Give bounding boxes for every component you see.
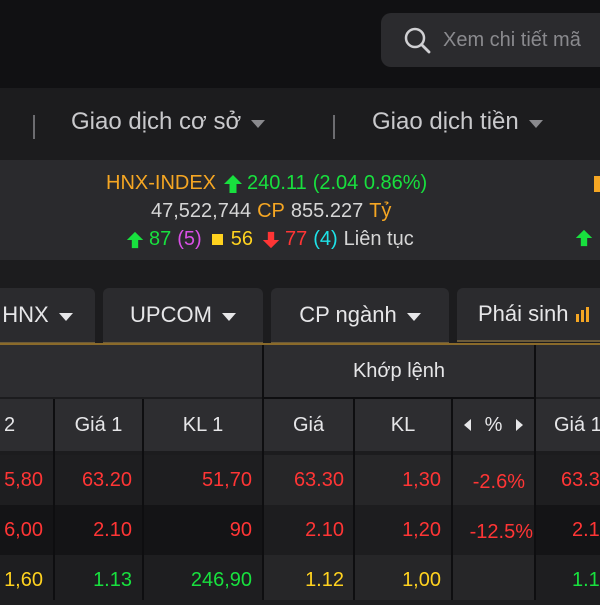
tab-label: HNX (2, 302, 49, 327)
down-count: 77 (284, 228, 308, 250)
session-status: Liên tục (343, 228, 414, 250)
column-divider (53, 399, 55, 600)
value-unit: Tỷ (369, 200, 392, 222)
tab-upcom[interactable]: UPCOM (103, 288, 263, 344)
table-cell: 5,80 (4, 468, 43, 491)
table-cell: 63.20 (81, 468, 132, 491)
menu-item-label: Giao dịch cơ sở (71, 108, 242, 135)
header-group-khop-lenh: Khớp lệnh (264, 345, 534, 397)
tab-phai-sinh[interactable]: Phái sinh (457, 288, 600, 342)
chevron-down-icon (251, 120, 266, 128)
chevron-down-icon (221, 313, 236, 321)
tab-label: Phái sinh (478, 301, 569, 326)
col-header-label: Giá 1 (554, 413, 600, 436)
arrow-up-icon (126, 231, 144, 248)
square-icon (211, 234, 223, 245)
table-cell: 2.10 (305, 518, 344, 541)
col-header-label: Giá (292, 413, 325, 436)
column-divider (142, 399, 144, 600)
value-traded: 855.227 (290, 200, 364, 222)
col-header-label: KL (390, 413, 416, 436)
col-header-label: KL 1 (182, 413, 224, 436)
chevron-down-icon (528, 120, 543, 128)
tab-hnx[interactable]: HNX (0, 288, 95, 344)
search-icon (404, 27, 431, 54)
column-divider (353, 399, 355, 600)
column-divider (534, 345, 536, 600)
table-cell: 51,70 (201, 468, 252, 491)
cp-label: CP (257, 200, 285, 222)
arrow-up-icon (575, 229, 593, 247)
menu-item-label: Giao dịch tiền (372, 108, 519, 135)
table-cell: 1,30 (402, 468, 441, 491)
table-cell: 246,90 (190, 568, 252, 591)
col-header: Giá (264, 399, 353, 451)
chevron-right-icon[interactable] (516, 419, 524, 431)
menu-divider (333, 115, 335, 139)
table-cell: 1,60 (4, 568, 43, 591)
unchanged-count: 56 (230, 228, 253, 250)
arrow-up-icon (224, 174, 243, 193)
group-label: Khớp lệnh (352, 359, 446, 382)
up-count: 87 (149, 228, 172, 250)
table-cell: 1.12 (305, 568, 344, 591)
col-header: Giá 1 (536, 399, 600, 451)
table-cell: 1,00 (402, 568, 441, 591)
index-volume: 47,522,744 (151, 200, 252, 222)
table-cell: -12.5% (469, 520, 533, 543)
index-name: HNX-INDEX (106, 172, 217, 194)
next-index-fragment (594, 176, 600, 192)
index-line-3: 87 (5) 56 77 (4) Liên tục (125, 228, 414, 251)
chevron-down-icon (58, 313, 73, 321)
table-cell: 2.1 (572, 518, 600, 541)
bar-chart-icon (575, 307, 589, 322)
table-cell: 63.3 (561, 468, 600, 491)
table-cell: 1,20 (402, 518, 441, 541)
header-group-left (0, 345, 262, 397)
table-cell: 63.30 (293, 468, 344, 491)
index-line-1[interactable]: HNX-INDEX 240.11 (2.04 0.86%) (106, 172, 427, 195)
col-header: 2 (0, 399, 53, 451)
chevron-left-icon[interactable] (463, 419, 471, 431)
col-header-label: 2 (4, 413, 16, 436)
arrow-down-icon (262, 231, 280, 248)
col-header-percent[interactable]: % (453, 399, 534, 451)
menu-divider (33, 115, 35, 139)
column-divider (451, 399, 453, 600)
tab-cp-nganh[interactable]: CP ngành (271, 288, 449, 344)
ceiling-count: (5) (177, 228, 202, 250)
index-change: (2.04 0.86%) (312, 172, 428, 194)
menu-item-tien[interactable]: Giao dịch tiền (372, 108, 543, 136)
menu-item-co-so[interactable]: Giao dịch cơ sở (71, 108, 266, 136)
col-header: Giá 1 (55, 399, 142, 451)
col-header: KL 1 (144, 399, 262, 451)
tab-label: UPCOM (130, 302, 212, 327)
table-cell: 90 (229, 518, 252, 541)
col-header: KL (355, 399, 451, 451)
index-line-2: 47,522,744 CP 855.227 Tỷ (151, 200, 391, 223)
index-value: 240.11 (247, 172, 307, 194)
table-cell: 2.10 (93, 518, 132, 541)
tab-label: CP ngành (299, 302, 397, 327)
table-cell: 1.1 (572, 568, 600, 591)
col-header-label: % (484, 413, 503, 436)
table-cell: 6,00 (4, 518, 43, 541)
search-box[interactable]: Xem chi tiết mã (381, 13, 600, 67)
header-group-right (536, 345, 600, 397)
table-cell (453, 555, 525, 605)
table-cell: 1.13 (93, 568, 132, 591)
table-cell: -2.6% (472, 470, 525, 493)
row-divider (264, 397, 534, 399)
floor-count: (4) (313, 228, 338, 250)
chevron-down-icon (406, 313, 421, 321)
search-input[interactable]: Xem chi tiết mã (443, 29, 581, 52)
col-header-label: Giá 1 (74, 413, 123, 436)
column-divider (262, 345, 264, 600)
